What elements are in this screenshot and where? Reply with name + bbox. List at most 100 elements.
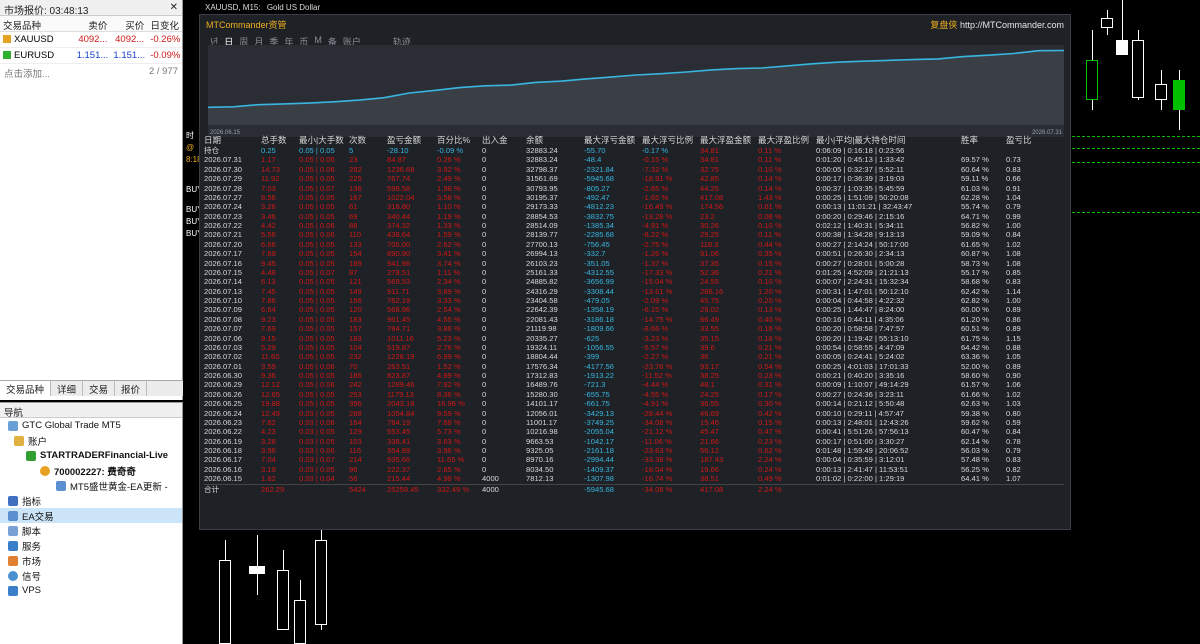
tab-period-9[interactable]: 账户 [343, 35, 361, 47]
nav-indicators[interactable]: 指标 [0, 493, 182, 508]
cell-5: 3.58 % [437, 192, 461, 202]
change-value: -0.26% [150, 34, 181, 45]
tab-period-0[interactable]: 년 [210, 35, 218, 47]
tab-details[interactable]: 详细 [51, 381, 84, 396]
nav-expert-advisors-label: EA交易 [22, 511, 54, 523]
cell-2: 0.05 | 0.05 [299, 211, 335, 221]
symbol-row-eurusd[interactable]: EURUSD 1.151... 1.151... -0.09% [0, 48, 182, 64]
cell-3: 288 [349, 408, 362, 418]
cell-14: 1.14 [1006, 286, 1021, 296]
cell-14: 0.79 [1006, 446, 1021, 455]
nav-broker[interactable]: GTC Global Trade MT5 [0, 418, 182, 433]
tab-period-2[interactable]: 周 [239, 35, 248, 47]
nav-services[interactable]: 服务 [0, 538, 182, 553]
tab-period-7[interactable]: M [314, 35, 322, 45]
cell-2: 0.05 | 0.05 [299, 239, 335, 249]
tab-period-6[interactable]: 币 [299, 35, 308, 47]
cell-13: 60.47 % [961, 427, 989, 437]
cell-11: 1.43 % [758, 192, 782, 202]
cell-11: 最大浮盈比例 [758, 135, 810, 145]
cell-5: 3.41 % [437, 249, 461, 259]
nav-accounts[interactable]: 账户 [0, 433, 182, 448]
cell-3: 61 [349, 202, 358, 212]
cell-9: -4.91 % [642, 221, 669, 230]
nav-server[interactable]: STARTRADERFinancial-Live [0, 448, 182, 463]
cell-4: 盈亏金额 [387, 135, 422, 145]
add-symbol-link[interactable]: 点击添加... [4, 66, 50, 80]
cell-13: 58.60 % [961, 371, 989, 380]
cell-8: -351.05 [584, 258, 610, 268]
cell-8: -3308.44 [584, 286, 614, 296]
cell-10: 417.08 [700, 484, 724, 493]
symbol-up-icon [3, 51, 11, 59]
cell-2: 0.05 | 0.05 [299, 399, 335, 409]
cell-1: 1.82 [261, 474, 276, 484]
nav-account[interactable]: 700002227: 费奇奇 [0, 463, 182, 478]
cell-2: 0.05 | 0.06 [299, 230, 335, 240]
mtc-header: MTCommander资管 复盘侠 http://MTCommander.com [200, 15, 1070, 33]
nav-market-label: 市场 [22, 556, 42, 568]
col-ask[interactable]: 买价 [110, 16, 147, 31]
tab-period-4[interactable]: 季 [269, 35, 278, 47]
tab-period-5[interactable]: 年 [284, 35, 293, 47]
tab-ticks[interactable]: 报价 [115, 381, 148, 396]
cell-3: 282 [349, 164, 362, 174]
nav-broker-label: GTC Global Trade MT5 [22, 420, 121, 431]
cell-6: 0 [482, 296, 487, 305]
nav-market[interactable]: 市场 [0, 553, 182, 568]
market-watch-footer: 点击添加... 2 / 977 [0, 64, 182, 82]
cell-14: 0.89 [1006, 361, 1021, 371]
col-bid[interactable]: 卖价 [74, 16, 111, 31]
cell-2 [299, 485, 349, 493]
cell-1: 5.56 [261, 230, 276, 240]
cell-7: 30195.37 [526, 192, 558, 202]
col-change[interactable]: 日变化 [147, 16, 182, 31]
cell-7: 8034.50 [526, 464, 554, 474]
cell-2: 0.05 | 0.06 [299, 380, 335, 390]
cell-0: 2026.07.09 [204, 305, 243, 315]
cell-14: 0.73 [1006, 155, 1021, 165]
cell-7: 23404.58 [526, 296, 558, 305]
nav-vps[interactable]: VPS [0, 583, 182, 598]
cell-2: 0.05 | 0.06 [299, 361, 335, 371]
nav-signals[interactable]: 信号 [0, 568, 182, 583]
chart-description: Gold US Dollar [266, 3, 321, 12]
cell-10: 21.66 [700, 436, 720, 446]
cell-2: 0.05 | 0.05 [299, 314, 335, 324]
tab-period-1[interactable]: 日 [224, 35, 233, 47]
symbol-row-xauusd[interactable]: XAUUSD 4092... 4092... -0.26% [0, 32, 182, 48]
table-header-row: 日期 总手数 最小|大手数 次数 盈亏金额 百分比% 出入金 余额 最大浮亏金额 最大浮亏比例 最大… [204, 135, 1064, 146]
cell-3: 183 [349, 333, 362, 343]
cell-13: 60.87 % [961, 249, 989, 259]
cell-7: 21119.98 [526, 324, 557, 334]
tab-period-8[interactable]: 备 [328, 35, 337, 47]
cell-0: 2026.07.13 [204, 286, 243, 296]
cell-1: 3.96 [261, 446, 276, 455]
change-value: -0.09% [150, 50, 181, 61]
cell-12: 0:00:31 | 1:47:01 | 50:12:10 [816, 286, 909, 296]
cell-9: -14.75 % [642, 314, 673, 324]
tab-period-3[interactable]: 月 [254, 35, 263, 47]
tab-trading[interactable]: 交易 [83, 381, 116, 396]
close-icon[interactable]: ✕ [170, 2, 178, 13]
nav-ea-instance-label: MT5盛世黄金-EA更新 - [70, 481, 168, 493]
cell-6: 0 [482, 389, 487, 399]
cell-6: 0 [482, 239, 487, 249]
tab-period-10[interactable]: 轨迹 [393, 35, 411, 47]
cell-14: 0.66 [1006, 174, 1021, 184]
cell-10: 23.2 [700, 211, 715, 221]
cell-6: 0 [482, 464, 487, 474]
tab-symbols[interactable]: 交易品种 [0, 381, 52, 396]
nav-scripts[interactable]: 脚本 [0, 523, 182, 538]
nav-ea-instance[interactable]: MT5盛世黄金-EA更新 - [0, 478, 182, 493]
col-symbol[interactable]: 交易品种 [0, 16, 74, 31]
cell-9: -3.23 % [642, 333, 669, 343]
cell-0: 2026.07.17 [204, 249, 243, 259]
cell-12: 0:00:25 | 4:01:03 | 17:01:33 [816, 361, 909, 371]
cell-3: 69 [349, 211, 358, 221]
cell-5: 1.10 % [437, 202, 461, 212]
cell-4: 1179.13 [387, 389, 414, 399]
mtc-link[interactable]: 复盘侠 http://MTCommander.com [930, 18, 1064, 31]
table-row: 2026.06.15 1.82 0.03 | 0.04 56 215.44 4.98 % 4… [204, 474, 1064, 483]
nav-expert-advisors[interactable]: EA交易 [0, 508, 182, 523]
